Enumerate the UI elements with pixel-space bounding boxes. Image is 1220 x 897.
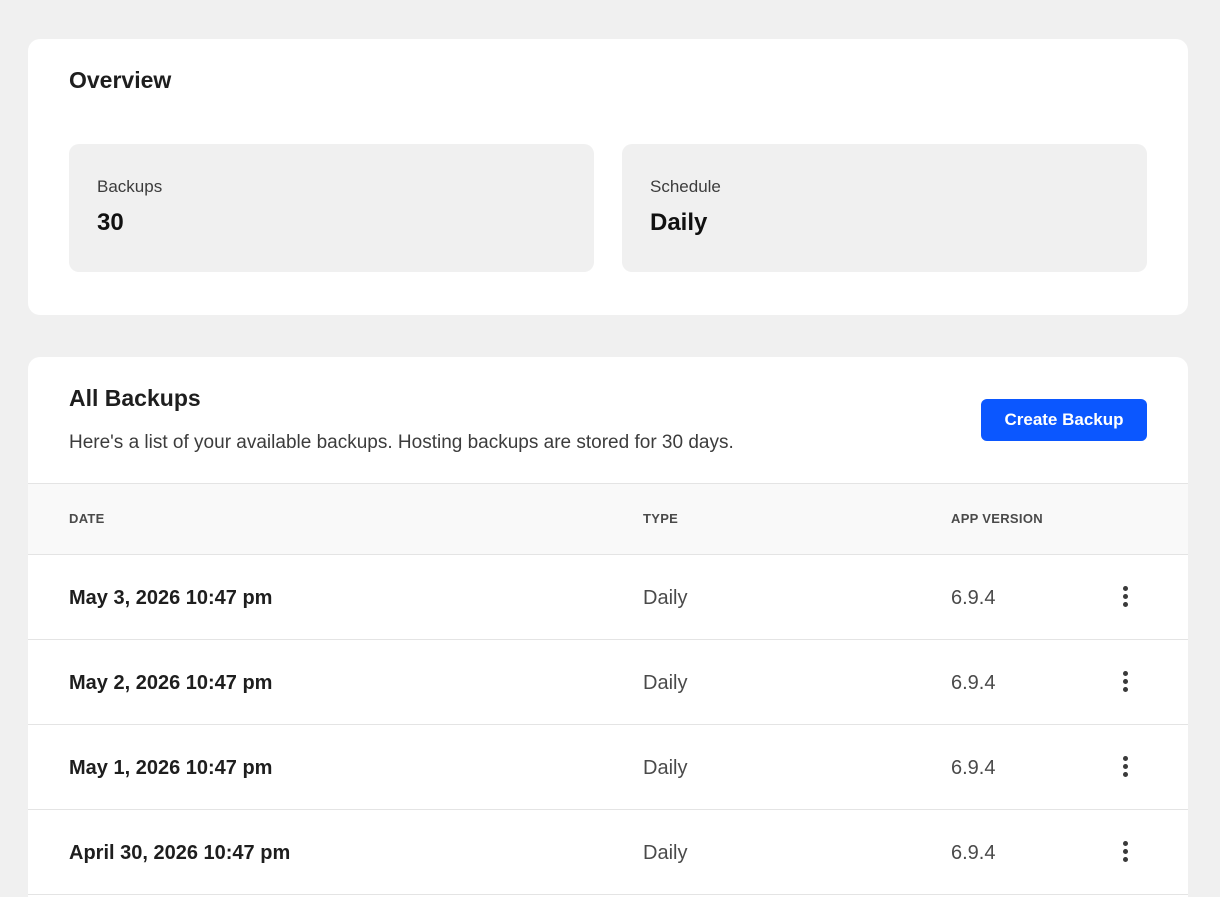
overview-title: Overview <box>69 67 172 93</box>
column-header-type: TYPE <box>643 511 679 526</box>
create-backup-button[interactable]: Create Backup <box>981 399 1147 441</box>
backup-date: May 1, 2026 10:47 pm <box>69 757 273 779</box>
backups-count-stat: Backups 30 <box>69 144 594 272</box>
backup-date: April 30, 2026 10:47 pm <box>69 842 291 864</box>
stat-label: Schedule <box>650 177 721 196</box>
column-header-app-version: APP VERSION <box>951 511 1043 526</box>
table-header: DATE TYPE APP VERSION <box>28 483 1188 555</box>
backup-date: May 2, 2026 10:47 pm <box>69 672 273 694</box>
backup-type: Daily <box>643 757 688 779</box>
column-header-date: DATE <box>69 511 105 526</box>
backup-app-version: 6.9.4 <box>951 757 996 779</box>
table-row: May 1, 2026 10:47 pm Daily 6.9.4 <box>28 725 1188 810</box>
more-vertical-icon[interactable] <box>1112 838 1138 866</box>
stat-value: 30 <box>97 209 124 236</box>
backup-type: Daily <box>643 842 688 864</box>
more-vertical-icon[interactable] <box>1112 668 1138 696</box>
all-backups-description: Here's a list of your available backups.… <box>69 432 734 453</box>
all-backups-card: All Backups Here's a list of your availa… <box>28 357 1188 897</box>
schedule-stat: Schedule Daily <box>622 144 1147 272</box>
backup-app-version: 6.9.4 <box>951 672 996 694</box>
table-row: May 2, 2026 10:47 pm Daily 6.9.4 <box>28 640 1188 725</box>
more-vertical-icon[interactable] <box>1112 753 1138 781</box>
stat-label: Backups <box>97 177 163 196</box>
table-row: April 30, 2026 10:47 pm Daily 6.9.4 <box>28 810 1188 895</box>
table-row: May 3, 2026 10:47 pm Daily 6.9.4 <box>28 555 1188 640</box>
backup-type: Daily <box>643 587 688 609</box>
backup-type: Daily <box>643 672 688 694</box>
stat-value: Daily <box>650 209 708 236</box>
backup-app-version: 6.9.4 <box>951 587 996 609</box>
overview-card: Overview Backups 30 Schedule Daily <box>28 39 1188 315</box>
more-vertical-icon[interactable] <box>1112 583 1138 611</box>
all-backups-title: All Backups <box>69 385 201 411</box>
backup-app-version: 6.9.4 <box>951 842 996 864</box>
backup-date: May 3, 2026 10:47 pm <box>69 587 273 609</box>
